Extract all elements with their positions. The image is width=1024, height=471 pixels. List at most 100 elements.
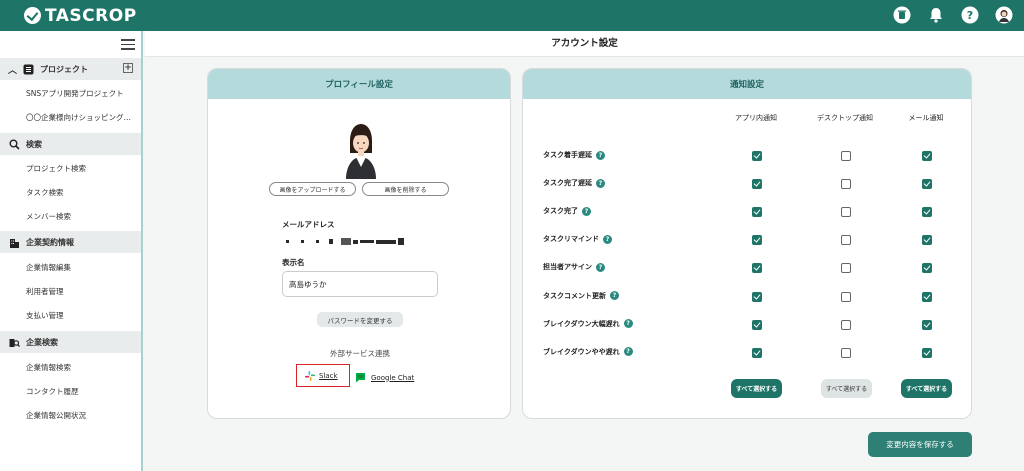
notification-row-label: タスク着手遅延? xyxy=(543,150,605,160)
sidebar-section-label: プロジェクト xyxy=(40,64,89,74)
select-all-desktop-button[interactable]: すべて選択する xyxy=(821,379,872,398)
sidebar-item[interactable]: SNSアプリ開発プロジェクト xyxy=(0,82,141,104)
change-password-button[interactable]: パスワードを変更する xyxy=(317,312,403,327)
notification-settings-card: 通知設定 アプリ内通知 デスクトップ通知 メール通知 タスク着手遅延? タスク完了… xyxy=(522,68,972,419)
svg-text:?: ? xyxy=(967,9,973,22)
brand-logo[interactable]: TASCROP xyxy=(24,6,137,26)
check-logo-icon xyxy=(24,7,41,24)
notification-row-label: タスクコメント更新? xyxy=(543,291,619,301)
checkbox-email[interactable] xyxy=(922,207,932,218)
save-changes-button[interactable]: 変更内容を保存する xyxy=(868,432,972,457)
email-label: メールアドレス xyxy=(282,220,335,229)
page-title: アカウント設定 xyxy=(145,31,1024,57)
notification-type: 担当者アサイン xyxy=(543,263,592,272)
checkbox-app[interactable] xyxy=(752,291,762,302)
notification-row-label: タスク完了遅延? xyxy=(543,178,605,188)
checkbox-email[interactable] xyxy=(922,291,932,302)
menu-icon[interactable] xyxy=(121,39,135,50)
checkbox-email[interactable] xyxy=(922,319,932,330)
display-name-input[interactable]: 高島ゆうか xyxy=(282,271,438,297)
checkbox-desktop[interactable] xyxy=(841,151,851,161)
sidebar-item[interactable]: 支払い管理 xyxy=(0,304,141,326)
checkbox-app[interactable] xyxy=(752,263,762,274)
google-chat-link[interactable]: Google Chat xyxy=(355,368,414,387)
delete-image-button[interactable]: 画像を削除する xyxy=(362,182,449,196)
notification-type: タスク完了遅延 xyxy=(543,179,592,188)
help-icon[interactable]: ? xyxy=(582,206,591,216)
sidebar-item[interactable]: プロジェクト検索 xyxy=(0,157,141,179)
help-icon[interactable]: ? xyxy=(960,5,980,25)
sidebar-item[interactable]: 企業情報検索 xyxy=(0,356,141,378)
sidebar-item[interactable]: タスク検索 xyxy=(0,181,141,203)
notification-type: タスク着手遅延 xyxy=(543,151,592,159)
checkbox-desktop[interactable] xyxy=(841,291,851,302)
sidebar-section-label: 企業契約情報 xyxy=(26,237,74,247)
slack-link[interactable]: Slack xyxy=(296,364,350,387)
checkbox-desktop[interactable] xyxy=(841,347,851,358)
help-icon[interactable]: ? xyxy=(623,319,633,329)
sidebar-section-project[interactable]: ︿ プロジェクト + xyxy=(0,58,141,80)
upload-image-button[interactable]: 画像をアップロードする xyxy=(269,182,356,196)
sidebar-item[interactable]: 企業情報編集 xyxy=(0,256,141,278)
checkbox-email[interactable] xyxy=(922,263,932,274)
sidebar-item[interactable]: 〇〇企業様向けショッピング… xyxy=(0,106,141,128)
display-name-label: 表示名 xyxy=(282,258,305,267)
checkbox-email[interactable] xyxy=(922,179,932,190)
sidebar-item[interactable]: 利用者管理 xyxy=(0,280,141,302)
sidebar-item[interactable]: メンバー検索 xyxy=(0,205,141,227)
notification-row-label: ブレイクダウンやや遅れ? xyxy=(543,347,633,357)
checkbox-desktop[interactable] xyxy=(841,319,851,330)
help-icon[interactable]: ? xyxy=(596,150,605,160)
add-project-button[interactable]: + xyxy=(123,63,133,73)
slack-label[interactable]: Slack xyxy=(319,372,338,380)
help-icon[interactable]: ? xyxy=(596,178,605,188)
google-chat-label[interactable]: Google Chat xyxy=(371,374,414,382)
masked-email-value xyxy=(286,237,404,246)
select-all-app-button[interactable]: すべて選択する xyxy=(731,379,782,398)
checkbox-desktop[interactable] xyxy=(841,263,851,274)
trash-icon[interactable] xyxy=(892,5,912,25)
notification-type: タスクコメント更新 xyxy=(543,291,606,300)
chevron-up-icon[interactable]: ︿ xyxy=(8,63,17,76)
notification-card-header: 通知設定 xyxy=(523,69,971,99)
help-icon[interactable]: ? xyxy=(610,291,619,300)
sidebar-item[interactable]: 企業情報公開状況 xyxy=(0,404,141,426)
checkbox-app[interactable] xyxy=(752,151,762,161)
notification-type: ブレイクダウンやや遅れ xyxy=(543,347,620,356)
checkbox-app[interactable] xyxy=(752,179,762,190)
profile-card-header: プロフィール設定 xyxy=(208,69,510,99)
user-avatar-icon[interactable] xyxy=(994,5,1014,25)
bell-icon[interactable] xyxy=(926,5,946,25)
google-chat-icon xyxy=(355,368,366,387)
help-icon[interactable]: ? xyxy=(596,262,605,272)
company-search-icon xyxy=(9,337,20,348)
select-all-email-button[interactable]: すべて選択する xyxy=(901,379,952,398)
checkbox-app[interactable] xyxy=(752,347,762,358)
project-icon xyxy=(23,64,34,75)
sidebar-section-contract[interactable]: 企業契約情報 xyxy=(0,231,141,253)
notification-type: タスク完了 xyxy=(543,207,578,216)
profile-avatar xyxy=(341,119,381,179)
sidebar-section-company-search[interactable]: 企業検索 xyxy=(0,331,141,353)
notification-type: ブレイクダウン大幅遅れ xyxy=(543,319,620,328)
sidebar-section-label: 企業検索 xyxy=(26,337,58,347)
checkbox-email[interactable] xyxy=(922,151,932,161)
checkbox-desktop[interactable] xyxy=(841,235,851,246)
checkbox-app[interactable] xyxy=(752,319,762,330)
checkbox-app[interactable] xyxy=(752,235,762,246)
checkbox-desktop[interactable] xyxy=(841,207,851,218)
sidebar-item[interactable]: コンタクト履歴 xyxy=(0,380,141,402)
sidebar-section-label: 検索 xyxy=(26,139,42,149)
building-icon xyxy=(9,237,20,248)
sidebar-section-search[interactable]: 検索 xyxy=(0,133,141,155)
checkbox-app[interactable] xyxy=(752,207,762,218)
checkbox-email[interactable] xyxy=(922,235,932,246)
notification-row-label: ブレイクダウン大幅遅れ? xyxy=(543,319,633,329)
notification-type: タスクリマインド xyxy=(543,235,599,244)
slack-icon xyxy=(305,366,315,385)
profile-settings-card: プロフィール設定 画像をアップロードする 画像を削除する メールアドレス 表示名… xyxy=(207,68,511,419)
help-icon[interactable]: ? xyxy=(603,234,612,244)
checkbox-desktop[interactable] xyxy=(841,179,851,190)
checkbox-email[interactable] xyxy=(922,347,932,358)
help-icon[interactable]: ? xyxy=(623,347,633,357)
